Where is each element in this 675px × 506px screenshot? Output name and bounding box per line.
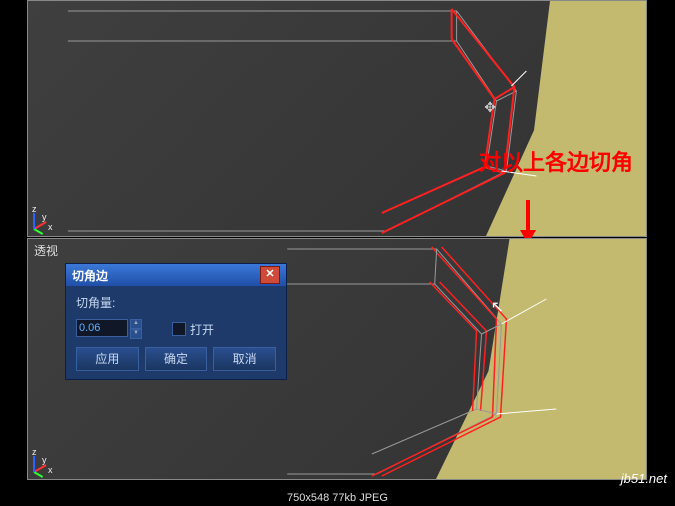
bottom-viewport[interactable]: ↖ 透视 x y z 切角边 ✕ 切角量: ▲▼ 打开 <box>27 238 647 480</box>
top-viewport[interactable]: ✥ x y z <box>27 0 647 237</box>
viewport-label: 透视 <box>34 242 58 259</box>
axis-gizmo: x y z <box>34 441 66 473</box>
viewport-canvas[interactable]: ✥ <box>28 1 646 236</box>
close-icon[interactable]: ✕ <box>260 266 280 284</box>
image-info-footer: 750x548 77kb JPEG <box>0 490 675 506</box>
amount-label: 切角量: <box>76 294 115 311</box>
wireframe-edges <box>28 1 646 236</box>
open-checkbox[interactable] <box>172 322 186 336</box>
spinner-buttons[interactable]: ▲▼ <box>130 319 142 339</box>
amount-spinner[interactable]: ▲▼ <box>76 319 142 339</box>
amount-input[interactable] <box>76 319 128 337</box>
annotation-text: 对以上各边切角 <box>479 145 633 177</box>
open-label: 打开 <box>190 321 214 338</box>
watermark: jb51.net <box>621 471 667 486</box>
mouse-cursor-icon: ↖ <box>491 297 504 317</box>
cancel-button[interactable]: 取消 <box>213 347 276 371</box>
axis-gizmo: x y z <box>34 198 66 230</box>
pivot-icon: ✥ <box>484 99 496 116</box>
apply-button[interactable]: 应用 <box>76 347 139 371</box>
dialog-titlebar[interactable]: 切角边 ✕ <box>66 264 286 286</box>
chamfer-dialog: 切角边 ✕ 切角量: ▲▼ 打开 应用 确定 取消 <box>65 263 287 380</box>
dialog-title-text: 切角边 <box>72 267 108 284</box>
dialog-body: 切角量: ▲▼ 打开 应用 确定 取消 <box>66 286 286 379</box>
ok-button[interactable]: 确定 <box>145 347 208 371</box>
